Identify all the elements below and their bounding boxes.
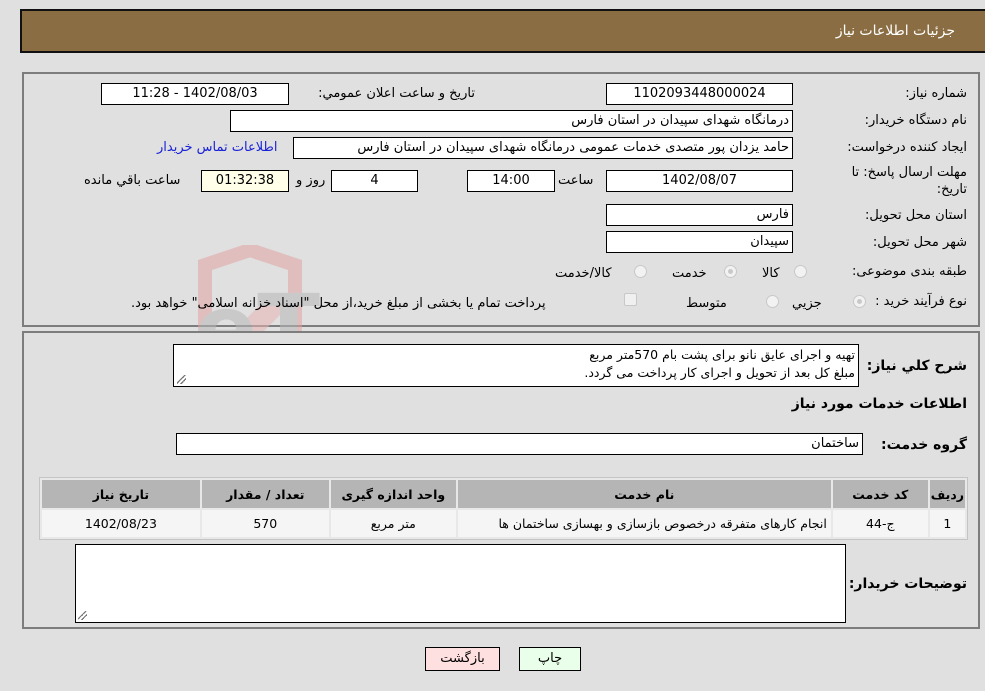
announce-datetime-label: تاریخ و ساعت اعلان عمومي: [318, 86, 475, 101]
cell-unit: متر مربع [330, 510, 456, 537]
purchase-radio-minor[interactable] [853, 295, 866, 308]
services-section-title: اطلاعات خدمات مورد نیاز [791, 396, 967, 412]
days-remaining-field: 4 [331, 170, 418, 192]
purchase-option-minor: جزيي [792, 296, 822, 311]
back-button[interactable]: بازگشت [425, 647, 500, 671]
resize-grip-icon[interactable] [78, 611, 87, 620]
deadline-date-field: 1402/08/07 [606, 170, 793, 192]
days-label: روز و [296, 173, 326, 188]
description-line-2: مبلغ کل بعد از تحویل و اجرای کار پرداخت … [584, 365, 855, 380]
cell-qty: 570 [201, 510, 329, 537]
purchase-radio-medium[interactable] [766, 295, 779, 308]
buyer-org-label: نام دستگاه خريدار: [864, 113, 967, 128]
print-button[interactable]: چاپ [519, 647, 581, 671]
cell-row: 1 [929, 510, 965, 537]
category-radio-service[interactable] [724, 265, 737, 278]
delivery-province-label: استان محل تحویل: [865, 208, 967, 223]
requester-label: ایجاد کننده درخواست: [847, 140, 967, 155]
buyer-notes-label: توضیحات خریدار: [848, 576, 967, 592]
services-table: ردیف کد خدمت نام خدمت واحد اندازه گیری ت… [39, 477, 968, 540]
description-line-1: تهیه و اجرای عایق نانو برای پشت بام 570م… [589, 347, 855, 362]
service-group-field: ساختمان [176, 433, 863, 455]
cell-name: انجام کارهای متفرقه درخصوص بازسازی و بهس… [457, 510, 831, 537]
buyer-org-field: درمانگاه شهدای سپیدان در استان فارس [230, 110, 793, 132]
col-qty: تعداد / مقدار [201, 480, 329, 508]
deadline-time-label: ساعت [558, 173, 594, 188]
remaining-time-field: 01:32:38 [201, 170, 289, 192]
table-row: 1 ج-44 انجام کارهای متفرقه درخصوص بازساز… [42, 510, 965, 537]
treasury-checkbox[interactable] [624, 293, 637, 306]
cell-date: 1402/08/23 [42, 510, 200, 537]
description-textarea[interactable]: تهیه و اجرای عایق نانو برای پشت بام 570م… [173, 344, 859, 387]
page-header: جزئیات اطلاعات نیاز [20, 9, 985, 53]
page-title: جزئیات اطلاعات نیاز [835, 23, 955, 39]
cell-code: ج-44 [832, 510, 928, 537]
category-radio-goods-service[interactable] [634, 265, 647, 278]
purchase-type-label: نوع فرآیند خرید : [875, 294, 967, 309]
deadline-time-field: 14:00 [467, 170, 555, 192]
purchase-option-medium: متوسط [686, 296, 727, 311]
col-date: تاریخ نیاز [42, 480, 200, 508]
resize-grip-icon[interactable] [177, 375, 186, 384]
service-group-label: گروه خدمت: [881, 437, 967, 453]
buyer-contact-link[interactable]: اطلاعات تماس خریدار [157, 140, 277, 155]
description-label: شرح کلي نياز: [866, 358, 967, 374]
category-label: طبقه بندی موضوعی: [851, 264, 967, 279]
need-number-field: 1102093448000024 [606, 83, 793, 105]
category-option-goods: کالا [762, 266, 780, 281]
delivery-province-field: فارس [606, 204, 793, 226]
category-option-service: خدمت [672, 266, 707, 281]
treasury-note: پرداخت تمام یا بخشی از مبلغ خرید،از محل … [131, 296, 546, 311]
category-option-goods-service: کالا/خدمت [555, 266, 612, 281]
delivery-city-field: سپیدان [606, 231, 793, 253]
remaining-label: ساعت باقي مانده [84, 173, 181, 188]
announce-datetime-field: 1402/08/03 - 11:28 [101, 83, 289, 105]
services-table-wrapper: ردیف کد خدمت نام خدمت واحد اندازه گیری ت… [39, 477, 968, 540]
deadline-label: مهلت ارسال پاسخ: تا تاریخ: [851, 165, 967, 197]
col-unit: واحد اندازه گیری [330, 480, 456, 508]
services-table-header: ردیف کد خدمت نام خدمت واحد اندازه گیری ت… [42, 480, 965, 508]
category-radio-goods[interactable] [794, 265, 807, 278]
col-name: نام خدمت [457, 480, 831, 508]
buyer-notes-textarea[interactable] [75, 544, 846, 623]
col-code: کد خدمت [832, 480, 928, 508]
need-number-label: شماره نیاز: [905, 86, 967, 101]
col-row: ردیف [929, 480, 965, 508]
requester-field: حامد یزدان پور متصدی خدمات عمومی درمانگا… [293, 137, 793, 159]
delivery-city-label: شهر محل تحویل: [872, 235, 967, 250]
